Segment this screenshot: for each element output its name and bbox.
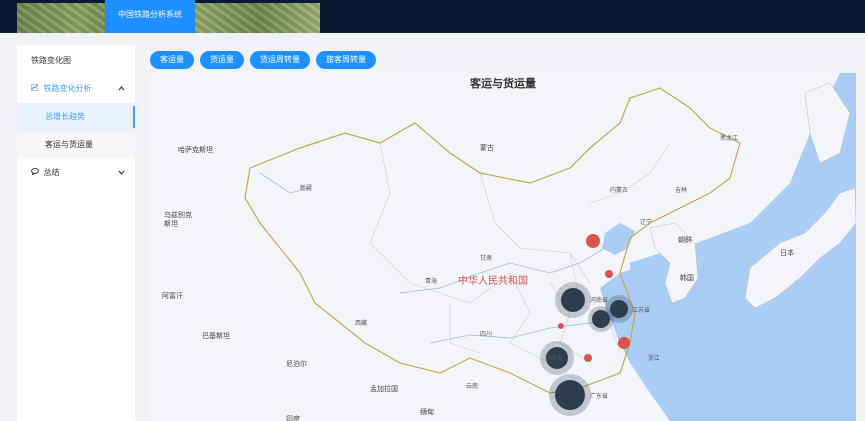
sidebar-item-total-trend[interactable]: 总增长趋势 [17,103,135,131]
pill-passenger-volume[interactable]: 客运量 [150,51,194,69]
sidebar: 铁路变化图 铁路变化分析 总增长趋势 客运与货运量 总结 [17,45,135,421]
map-label: 尼泊尔 [286,360,307,368]
map-label: 阿富汗 [162,292,183,300]
map-label: 吉林 [675,187,688,194]
system-title[interactable]: 中国铁路分析系统 [105,0,195,33]
marker-hebei [586,234,600,248]
marker-anhui-core [592,310,610,328]
map-label: 江苏省 [632,307,651,314]
chart-icon [30,75,41,103]
marker-guangdong-core [555,380,585,410]
map-label: 广东省 [590,393,609,400]
map-label: 辽宁 [640,219,653,226]
sidebar-group-analysis[interactable]: 铁路变化分析 [17,75,135,103]
map-label: 四川 [480,331,493,338]
sidebar-item-label: 铁路变化图 [31,56,71,65]
marker-zhejiang [618,337,630,349]
sidebar-group-label: 铁路变化分析 [43,84,92,93]
chevron-up-icon [118,75,125,103]
pill-passenger-turnover[interactable]: 旅客周转量 [316,51,376,69]
map-label: 内蒙古 [610,187,629,194]
map-label: 朝鲜 [678,236,692,244]
top-navigation-bar: 中国铁路分析系统 [0,0,865,33]
marker-hubei [558,323,564,329]
map-title: 客运与货运量 [470,77,536,90]
map-label: 巴基斯坦 [202,332,230,340]
marker-henan-core [561,288,585,312]
pill-freight-turnover[interactable]: 货运周转量 [250,51,310,69]
sidebar-group-summary[interactable]: 总结 [17,159,135,187]
map-label: 河南省 [590,297,609,304]
sidebar-item-overview[interactable]: 铁路变化图 [17,47,135,75]
map-label: 乌兹别克 斯坦 [164,211,192,228]
metric-pill-group: 客运量 货运量 货运周转量 旅客周转量 [150,47,382,69]
marker-jiangxi [584,354,592,362]
map-label: 浙江 [648,355,661,362]
rivers [259,172,621,344]
chat-icon [31,159,41,187]
map-label: 青海 [425,278,438,285]
sidebar-item-label: 客运与货运量 [45,140,93,149]
map-label-country: 中华人民共和国 [458,276,528,287]
map-label: 黑龙江 [720,135,739,142]
map-label: 日本 [780,249,794,257]
map-label: 蒙古 [480,144,494,152]
main-content: 客运量 货运量 货运周转量 旅客周转量 客运与货运量 哈萨克斯坦 蒙古 乌兹别克… [150,45,856,421]
large-markers [540,282,633,416]
map-label: 云南 [466,383,479,390]
map-label: 甘肃 [480,255,493,262]
china-map[interactable]: 客运与货运量 哈萨克斯坦 蒙古 乌兹别克 斯坦 阿富汗 巴基斯坦 尼泊尔 孟加拉… [150,73,856,421]
map-label: 新疆 [300,185,313,192]
marker-shandong [605,270,613,278]
map-label: 韩国 [680,274,694,282]
map-label: 哈萨克斯坦 [178,146,213,154]
map-label: 孟加拉国 [370,385,398,393]
sidebar-group-label: 总结 [43,168,60,177]
map-label: 缅甸 [420,408,434,416]
map-label: 印度 [286,415,300,421]
pill-freight-volume[interactable]: 货运量 [200,51,244,69]
sidebar-item-label: 总增长趋势 [45,112,85,121]
map-label: 西藏 [355,320,368,327]
map-graphic [244,73,856,421]
chevron-down-icon [118,159,125,187]
sidebar-item-passenger-freight[interactable]: 客运与货运量 [17,131,135,159]
map-label: 湖南省 [545,355,564,362]
